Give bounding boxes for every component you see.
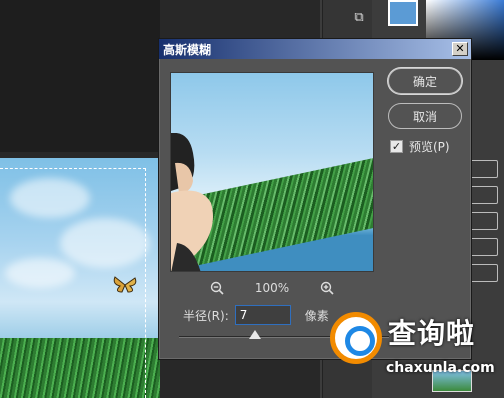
- layers-icon[interactable]: [470, 264, 498, 282]
- ok-button[interactable]: 确定: [388, 68, 462, 94]
- watermark: 查询啦 chaxunla.com: [320, 300, 504, 398]
- canvas-background: [0, 0, 160, 152]
- foreground-color-swatch[interactable]: [388, 0, 418, 26]
- radius-input[interactable]: [234, 305, 291, 325]
- preview-label: 预览(P): [409, 140, 450, 154]
- radius-label: 半径(R):: [183, 308, 229, 323]
- 3d-cube-icon[interactable]: ⧉: [350, 10, 368, 28]
- preview-checkbox[interactable]: ✓: [390, 140, 403, 153]
- cancel-button[interactable]: 取消: [388, 103, 462, 129]
- watermark-logo-icon: [330, 312, 382, 364]
- watermark-url: chaxunla.com: [386, 360, 495, 376]
- zoom-out-icon[interactable]: [209, 280, 225, 296]
- adjustment-icon[interactable]: [470, 186, 498, 204]
- grid-icon[interactable]: [470, 160, 498, 178]
- watermark-text: 查询啦: [388, 317, 476, 350]
- panel-icon-strip: [470, 160, 504, 290]
- radius-row: 半径(R): 像素: [183, 305, 329, 325]
- blur-preview-image[interactable]: [170, 72, 374, 272]
- dialog-titlebar[interactable]: 高斯模糊: [159, 39, 471, 59]
- preview-checkbox-row[interactable]: ✓ 预览(P): [390, 138, 450, 155]
- zoom-in-icon[interactable]: [319, 280, 335, 296]
- slider-thumb[interactable]: [249, 330, 261, 339]
- butterfly-image: [113, 276, 137, 293]
- image-icon[interactable]: [470, 238, 498, 256]
- girl-figure-image: [171, 133, 213, 271]
- dialog-title: 高斯模糊: [163, 42, 212, 57]
- camera-icon[interactable]: [470, 212, 498, 230]
- close-button[interactable]: ✕: [452, 42, 468, 56]
- zoom-controls: 100%: [170, 279, 374, 297]
- zoom-level: 100%: [254, 281, 290, 295]
